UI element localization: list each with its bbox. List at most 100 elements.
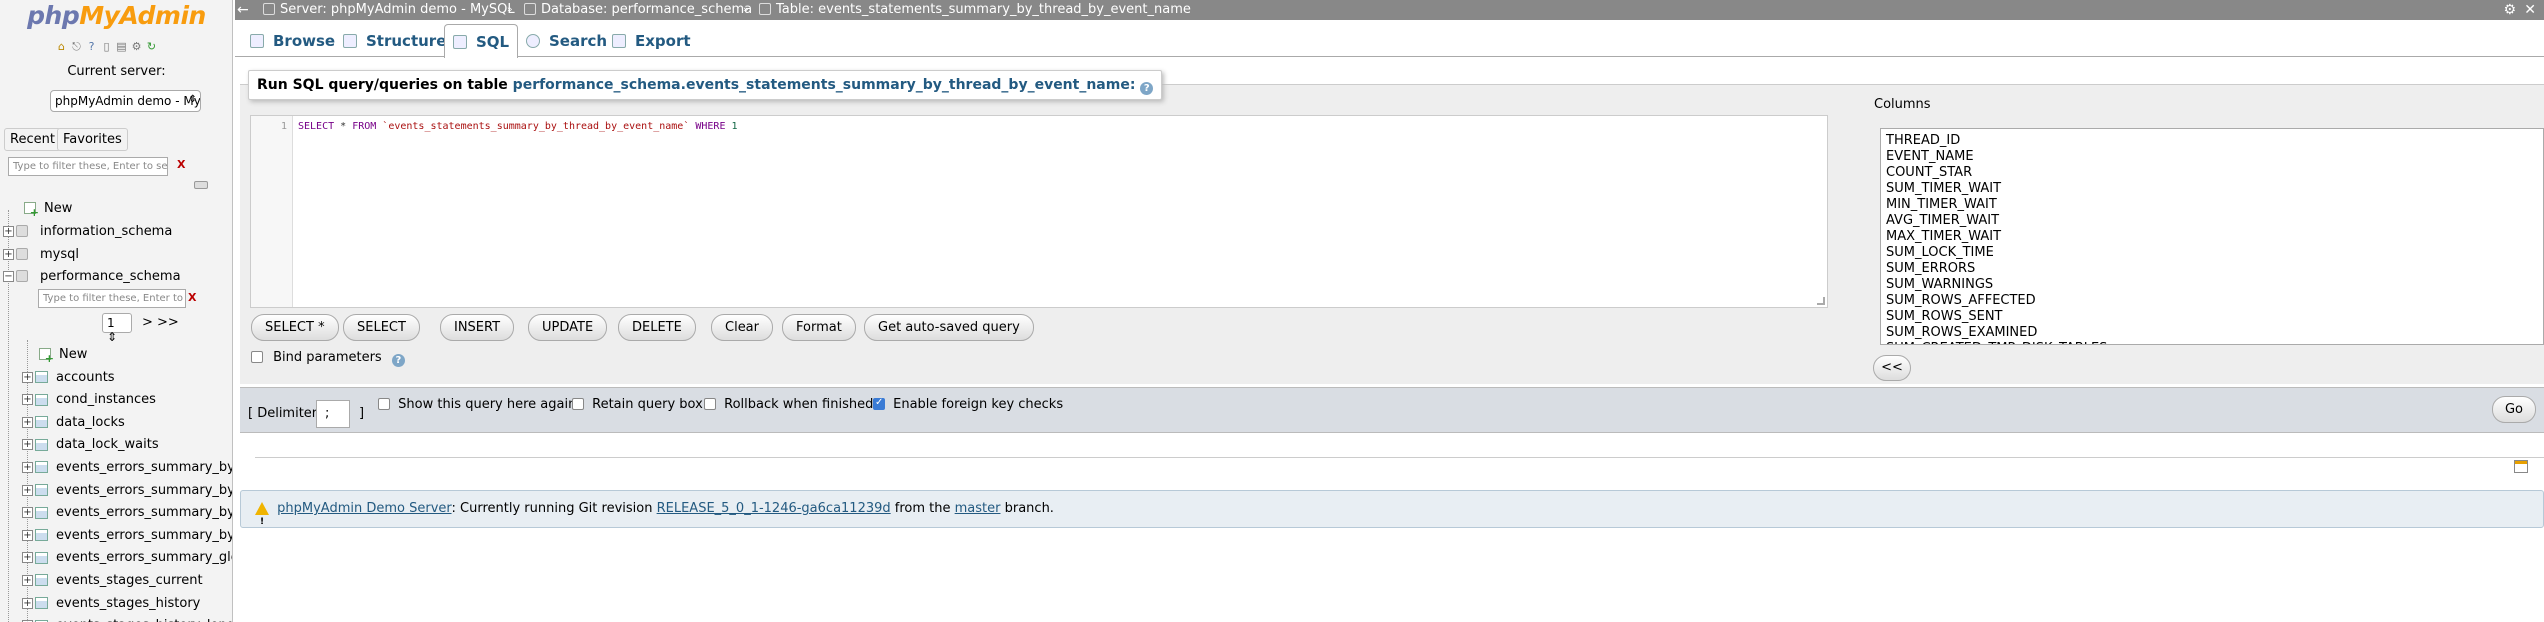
bind-parameters-option[interactable]: Bind parameters ? — [251, 350, 405, 367]
column-option[interactable]: SUM_ROWS_AFFECTED — [1886, 293, 2543, 309]
sql-editor[interactable]: 1 SELECT * FROM `events_statements_summa… — [250, 115, 1828, 308]
settings-gear-icon[interactable]: ⚙ — [2503, 0, 2516, 20]
page-next-button[interactable]: > >> — [142, 315, 179, 330]
expand-icon[interactable]: + — [22, 416, 33, 428]
expand-icon[interactable]: + — [3, 248, 14, 260]
foreign-key-checks-option[interactable]: Enable foreign key checks — [873, 397, 1063, 412]
tree-item-table[interactable]: + cond_instances — [22, 389, 156, 411]
expand-icon[interactable]: + — [22, 484, 33, 496]
column-option[interactable]: COUNT_STAR — [1886, 165, 2543, 181]
clear-table-filter-button[interactable]: X — [188, 291, 196, 304]
tab-search[interactable]: Search — [517, 24, 616, 57]
help-icon[interactable]: ? — [85, 40, 98, 53]
expand-icon[interactable]: + — [22, 371, 33, 383]
tab-structure[interactable]: Structure — [334, 24, 455, 57]
tree-item-table[interactable]: + events_errors_summary_by_ — [22, 479, 232, 501]
server-select[interactable]: phpMyAdmin demo - MyS ⇕ — [50, 90, 201, 112]
column-option[interactable]: MAX_TIMER_WAIT — [1886, 229, 2543, 245]
clear-button[interactable]: Clear — [711, 314, 773, 341]
back-arrow-icon[interactable]: ← — [237, 0, 249, 20]
tree-item-table[interactable]: + events_errors_summary_by_ — [22, 456, 232, 478]
expand-icon[interactable]: + — [22, 529, 33, 541]
expand-icon[interactable]: + — [22, 597, 33, 609]
help-icon[interactable]: ? — [1140, 82, 1154, 95]
column-option[interactable]: SUM_CREATED_TMP_DISK_TABLES — [1886, 341, 2543, 344]
branch-link[interactable]: master — [955, 501, 1001, 516]
expand-icon[interactable]: + — [22, 394, 33, 406]
tree-item-database[interactable]: + information_schema — [3, 220, 172, 242]
insert-column-button[interactable]: << — [1873, 355, 1911, 381]
breadcrumb-server[interactable]: Server: phpMyAdmin demo - MySQL — [263, 0, 515, 20]
column-option[interactable]: AVG_TIMER_WAIT — [1886, 213, 2543, 229]
tab-recent[interactable]: Recent — [4, 128, 61, 151]
table-filter-input[interactable]: Type to filter these, Enter to search — [38, 289, 186, 308]
reload-icon[interactable]: ↻ — [145, 40, 158, 53]
clear-filter-button[interactable]: X — [177, 158, 185, 171]
delete-button[interactable]: DELETE — [618, 314, 696, 341]
column-option[interactable]: EVENT_NAME — [1886, 149, 2543, 165]
tree-item-table[interactable]: + events_errors_summary_by_ — [22, 502, 232, 524]
delimiter-input[interactable]: ; — [316, 400, 350, 428]
column-option[interactable]: SUM_TIMER_WAIT — [1886, 181, 2543, 197]
bind-parameters-checkbox[interactable] — [251, 351, 263, 363]
expand-icon[interactable]: + — [3, 225, 14, 237]
update-button[interactable]: UPDATE — [528, 314, 608, 341]
rollback-when-finished-option[interactable]: Rollback when finished — [704, 397, 873, 412]
column-option[interactable]: THREAD_ID — [1886, 133, 2543, 149]
tree-item-table[interactable]: + data_lock_waits — [22, 434, 159, 456]
go-button[interactable]: Go — [2492, 396, 2536, 423]
breadcrumb-table[interactable]: Table: events_statements_summary_by_thre… — [759, 0, 1191, 20]
tree-item-table[interactable]: + events_errors_summary_by_ — [22, 524, 232, 546]
expand-icon[interactable]: + — [22, 574, 33, 586]
select-button[interactable]: SELECT — [343, 314, 420, 341]
legend-table-link[interactable]: performance_schema.events_statements_sum… — [513, 77, 1136, 93]
database-filter-input[interactable]: Type to filter these, Enter to search al… — [8, 157, 168, 176]
column-option[interactable]: SUM_WARNINGS — [1886, 277, 2543, 293]
tab-export[interactable]: Export — [603, 24, 700, 57]
column-option[interactable]: SUM_ROWS_EXAMINED — [1886, 325, 2543, 341]
tree-item-database-expanded[interactable]: − performance_schema — [3, 265, 181, 287]
tab-browse[interactable]: Browse — [241, 24, 344, 57]
resize-handle[interactable] — [1817, 297, 1825, 305]
select-star-button[interactable]: SELECT * — [251, 314, 339, 341]
expand-icon[interactable]: + — [22, 552, 33, 564]
tree-item-new[interactable]: New — [9, 197, 72, 219]
expand-icon[interactable]: + — [22, 507, 33, 519]
tab-favorites[interactable]: Favorites — [57, 128, 128, 151]
expand-icon[interactable]: + — [22, 439, 33, 451]
tree-item-table[interactable]: + accounts — [22, 366, 115, 388]
tree-item-table[interactable]: + data_locks — [22, 411, 125, 433]
format-button[interactable]: Format — [782, 314, 856, 341]
settings-doc-icon[interactable]: ▤ — [115, 40, 128, 53]
tree-item-table[interactable]: + events_stages_history — [22, 592, 200, 614]
help-icon[interactable]: ? — [391, 354, 405, 367]
logout-icon[interactable]: ⎋ — [70, 40, 83, 53]
get-auto-saved-query-button[interactable]: Get auto-saved query — [864, 314, 1034, 341]
collapse-all-icon[interactable] — [194, 181, 208, 189]
rollback-checkbox[interactable] — [704, 398, 716, 410]
column-option[interactable]: SUM_ERRORS — [1886, 261, 2543, 277]
collapse-icon[interactable]: − — [3, 270, 14, 282]
sql-query-text[interactable]: SELECT * FROM `events_statements_summary… — [298, 121, 738, 132]
column-option[interactable]: SUM_ROWS_SENT — [1886, 309, 2543, 325]
close-icon[interactable]: ✕ — [2524, 0, 2536, 20]
home-icon[interactable]: ⌂ — [55, 40, 68, 53]
tree-item-table[interactable]: +events_stages_history_long — [22, 615, 232, 622]
foreign-key-checks-checkbox[interactable] — [873, 397, 885, 410]
retain-query-box-option[interactable]: Retain query box — [572, 397, 703, 412]
docs-icon[interactable]: ▯ — [100, 40, 113, 53]
tree-item-table[interactable]: + events_stages_current — [22, 569, 203, 591]
columns-listbox[interactable]: THREAD_ID EVENT_NAME COUNT_STAR SUM_TIMER_W… — [1880, 128, 2544, 345]
demo-server-link[interactable]: phpMyAdmin Demo Server — [277, 501, 451, 516]
column-option[interactable]: SUM_LOCK_TIME — [1886, 245, 2543, 261]
revision-link[interactable]: RELEASE_5_0_1-1246-ga6ca11239d — [657, 501, 891, 516]
column-option[interactable]: MIN_TIMER_WAIT — [1886, 197, 2543, 213]
tree-item-database[interactable]: + mysql — [3, 243, 79, 265]
tree-item-new-table[interactable]: New — [28, 343, 87, 365]
bookmark-icon[interactable] — [2514, 460, 2528, 473]
show-query-again-checkbox[interactable] — [378, 398, 390, 410]
phpmyadmin-logo[interactable]: phpMyAdmin — [0, 0, 232, 32]
retain-query-box-checkbox[interactable] — [572, 398, 584, 410]
expand-icon[interactable]: + — [22, 461, 33, 473]
tree-item-table[interactable]: + events_errors_summary_glob — [22, 547, 232, 569]
